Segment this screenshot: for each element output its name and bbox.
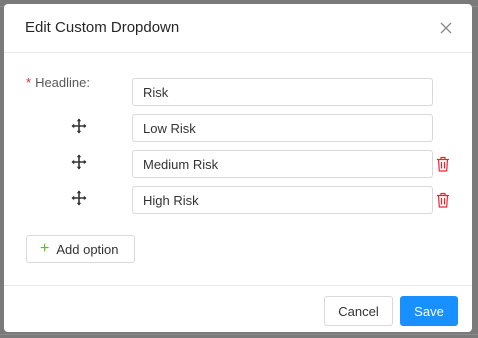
- drag-handle-icon[interactable]: [71, 118, 87, 134]
- drag-handle-icon[interactable]: [71, 154, 87, 170]
- plus-icon: +: [40, 240, 50, 257]
- dialog-header: Edit Custom Dropdown: [4, 4, 472, 53]
- dialog-title: Edit Custom Dropdown: [25, 19, 180, 36]
- option-input-medium-risk[interactable]: [132, 150, 433, 178]
- option-input-high-risk[interactable]: [132, 186, 433, 214]
- backdrop-line: [0, 334, 478, 335]
- delete-option-icon[interactable]: [436, 156, 450, 172]
- close-icon[interactable]: [438, 20, 454, 36]
- dialog-footer: Cancel Save: [4, 285, 472, 332]
- cancel-button[interactable]: Cancel: [324, 296, 393, 326]
- edit-dropdown-dialog: Edit Custom Dropdown * Headline: Risk Lo…: [4, 4, 472, 332]
- required-mark: *: [26, 75, 32, 90]
- option-input-low-risk[interactable]: [132, 114, 433, 142]
- drag-handle-icon[interactable]: [71, 190, 87, 206]
- headline-label-text: Headline:: [35, 75, 90, 90]
- delete-option-icon[interactable]: [436, 192, 450, 208]
- save-button[interactable]: Save: [400, 296, 458, 326]
- add-option-button[interactable]: + Add option: [26, 235, 135, 263]
- headline-input[interactable]: [132, 78, 433, 106]
- headline-label: * Headline:: [26, 75, 90, 90]
- add-option-label: Add option: [56, 241, 119, 257]
